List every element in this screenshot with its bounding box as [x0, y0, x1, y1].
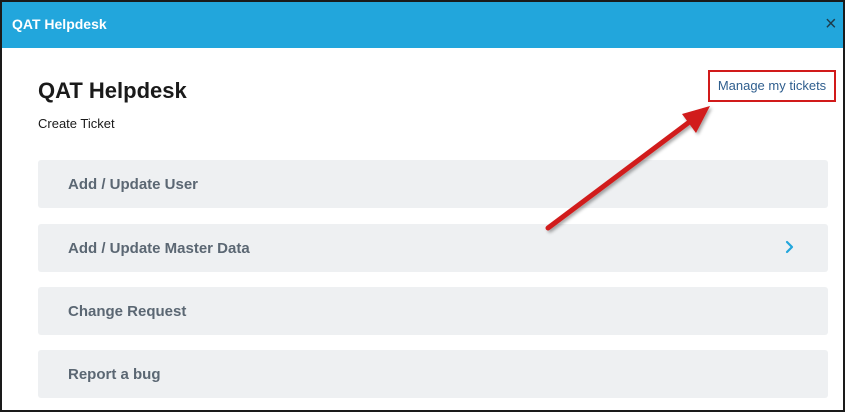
menu-item-change-request[interactable]: Change Request	[38, 287, 828, 335]
close-icon[interactable]: ×	[825, 12, 843, 36]
chevron-right-icon	[785, 240, 794, 254]
menu-item-report-a-bug[interactable]: Report a bug	[38, 350, 828, 398]
helpdesk-dialog: QAT Helpdesk × QAT Helpdesk Create Ticke…	[0, 0, 845, 412]
menu-item-label: Add / Update User	[68, 176, 199, 193]
menu-item-label: Change Request	[68, 303, 187, 320]
page-title: QAT Helpdesk	[38, 78, 187, 103]
menu-item-add-update-user[interactable]: Add / Update User	[38, 160, 828, 208]
manage-my-tickets-link[interactable]: Manage my tickets	[708, 70, 836, 102]
page-subtitle: Create Ticket	[38, 116, 115, 131]
dialog-titlebar: QAT Helpdesk ×	[2, 2, 843, 48]
menu-item-label: Report a bug	[68, 366, 161, 383]
menu-item-label: Add / Update Master Data	[68, 240, 250, 257]
menu-item-add-update-master-data[interactable]: Add / Update Master Data	[38, 224, 828, 272]
dialog-title: QAT Helpdesk	[12, 16, 107, 32]
